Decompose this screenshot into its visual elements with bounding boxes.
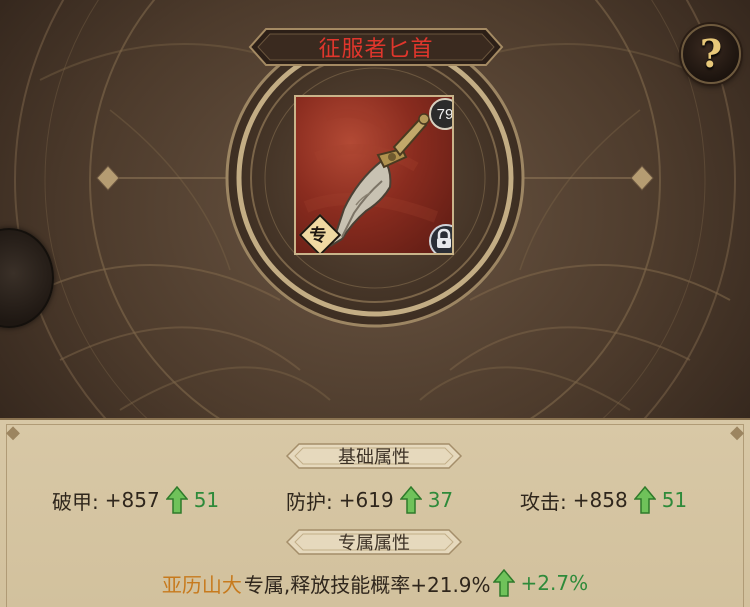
stat-increase: 37 (427, 488, 454, 512)
up-arrow-icon (165, 486, 188, 514)
stat-value: +619 (338, 488, 394, 512)
help-icon: ? (699, 30, 723, 76)
stat-value: +858 (572, 488, 628, 512)
item-icon-frame[interactable]: 79 专 (294, 95, 454, 255)
exclusive-badge-text: 专 (309, 225, 327, 246)
base-attributes-header: 基础属性 (285, 440, 463, 472)
stat-attack: 攻击: +858 51 (520, 483, 687, 517)
stat-label: 防护: (286, 489, 333, 514)
lock-icon (437, 228, 451, 248)
stat-increase: 51 (661, 488, 688, 512)
stat-increase: 51 (193, 488, 220, 512)
exclusive-attributes-header: 专属属性 (285, 526, 463, 558)
panel-corner-ornament: ◆ (730, 422, 744, 443)
item-title-plate: 征服者匕首 (248, 26, 504, 68)
exclusive-badge: 专 (298, 213, 342, 253)
exclusive-attribute-increase: +2.7% (520, 571, 589, 595)
up-arrow-icon (492, 569, 515, 597)
exclusive-hero-name: 亚历山大 (161, 572, 242, 597)
base-attributes-title: 基础属性 (338, 447, 410, 468)
stat-armor-break: 破甲: +857 51 (52, 483, 219, 517)
panel-corner-ornament: ◆ (6, 422, 20, 443)
help-button[interactable]: ? (681, 24, 741, 84)
exclusive-attribute-line: 亚历山大 专属,释放技能概率+21.9% +2.7% (0, 566, 750, 600)
stat-value: +857 (104, 488, 160, 512)
stat-label: 攻击: (520, 489, 567, 514)
up-arrow-icon (399, 486, 422, 514)
exclusive-attributes-title: 专属属性 (338, 533, 410, 554)
stat-label: 破甲: (52, 489, 99, 514)
up-arrow-icon (633, 486, 656, 514)
stat-defense: 防护: +619 37 (286, 483, 453, 517)
exclusive-attribute-text: 专属,释放技能概率+21.9% (243, 572, 491, 597)
level-badge: 79 (429, 98, 452, 130)
item-name: 征服者匕首 (318, 37, 434, 62)
lock-button[interactable] (429, 224, 452, 253)
